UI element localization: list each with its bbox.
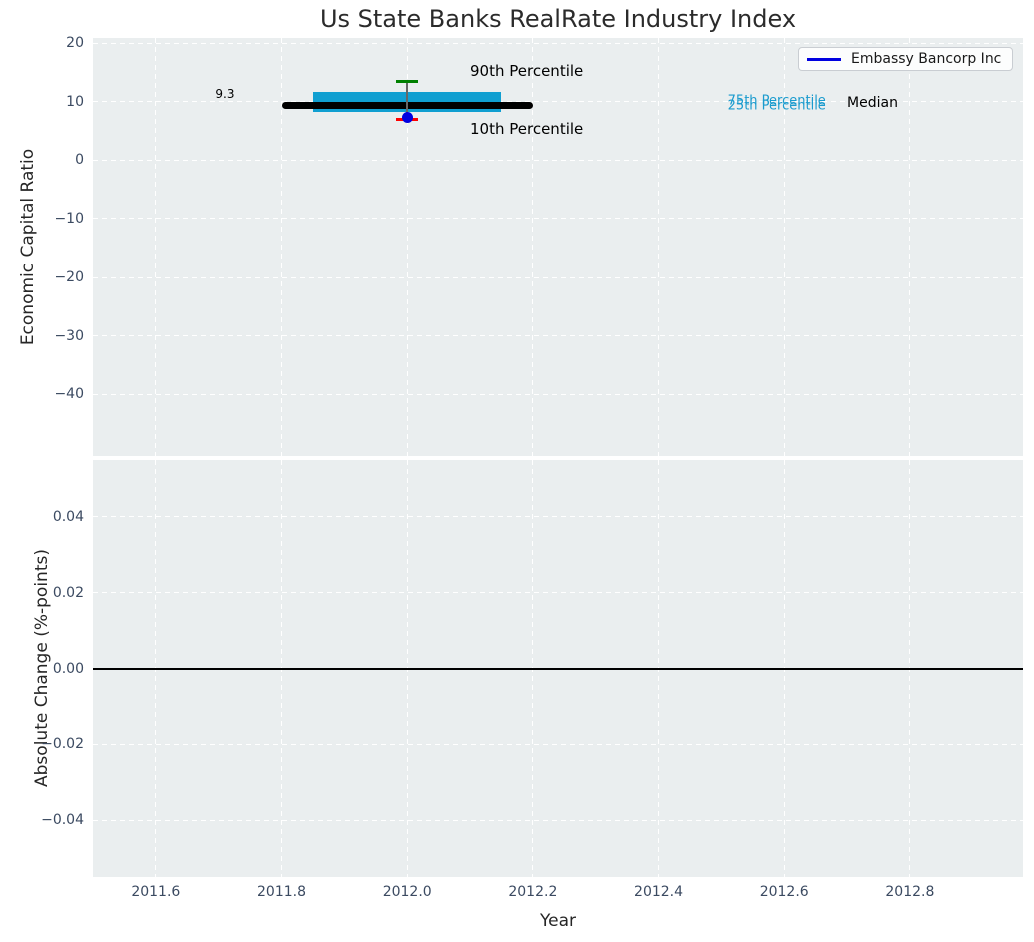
- y-gridline: [93, 276, 1023, 278]
- x-axis-label: Year: [540, 911, 576, 931]
- top-plot-area: 9.3 90th Percentile 10th Percentile 75th Pe…: [93, 38, 1023, 456]
- y-gridline: [93, 516, 1023, 518]
- top-y-axis-label: Economic Capital Ratio: [18, 148, 38, 346]
- y-tick-label: −30: [54, 327, 84, 344]
- x-tick-label: 2012.6: [759, 884, 809, 900]
- x-tick-label: 2011.6: [131, 884, 181, 900]
- y-gridline: [93, 819, 1023, 821]
- y-tick-label: −0.04: [41, 812, 84, 829]
- y-tick-label: −20: [54, 269, 84, 286]
- x-tick-label: 2012.8: [885, 884, 935, 900]
- zero-reference-line: [93, 667, 1023, 670]
- annotation-90th-percentile: 90th Percentile: [470, 62, 584, 81]
- y-gridline: [93, 218, 1023, 220]
- bottom-plot-area: [93, 460, 1023, 877]
- y-tick-label: 20: [66, 35, 84, 52]
- annotation-25th-percentile: 25th Percentile: [727, 98, 826, 114]
- y-gridline: [93, 592, 1023, 594]
- y-tick-label: 10: [66, 93, 84, 110]
- annotation-10th-percentile: 10th Percentile: [470, 120, 584, 139]
- x-tick-label: 2012.0: [382, 884, 432, 900]
- y-gridline: [93, 743, 1023, 745]
- y-gridline: [93, 42, 1023, 44]
- legend-label: Embassy Bancorp Inc: [851, 51, 1002, 67]
- y-tick-label: 0.02: [52, 584, 84, 601]
- legend-line-swatch: [807, 57, 841, 61]
- annotation-9-3: 9.3: [215, 87, 235, 102]
- y-tick-label: 0.04: [52, 508, 84, 525]
- p90-cap: [396, 80, 419, 84]
- x-tick-label: 2012.2: [508, 884, 558, 900]
- y-gridline: [93, 393, 1023, 395]
- y-gridline: [93, 335, 1023, 337]
- x-tick-label: 2011.8: [257, 884, 306, 900]
- y-tick-label: 0.00: [52, 660, 84, 677]
- y-gridline: [93, 159, 1023, 161]
- figure: Us State Banks RealRate Industry Index 9…: [0, 0, 1034, 942]
- legend: Embassy Bancorp Inc: [798, 47, 1013, 71]
- y-tick-label: −10: [54, 210, 84, 227]
- y-tick-label: −0.02: [41, 736, 84, 753]
- chart-title: Us State Banks RealRate Industry Index: [319, 5, 797, 33]
- annotation-median: Median: [847, 95, 898, 112]
- y-tick-label: 0: [75, 152, 84, 169]
- x-tick-label: 2012.4: [634, 884, 684, 900]
- company-data-point: [401, 112, 413, 123]
- y-tick-label: −40: [54, 386, 84, 403]
